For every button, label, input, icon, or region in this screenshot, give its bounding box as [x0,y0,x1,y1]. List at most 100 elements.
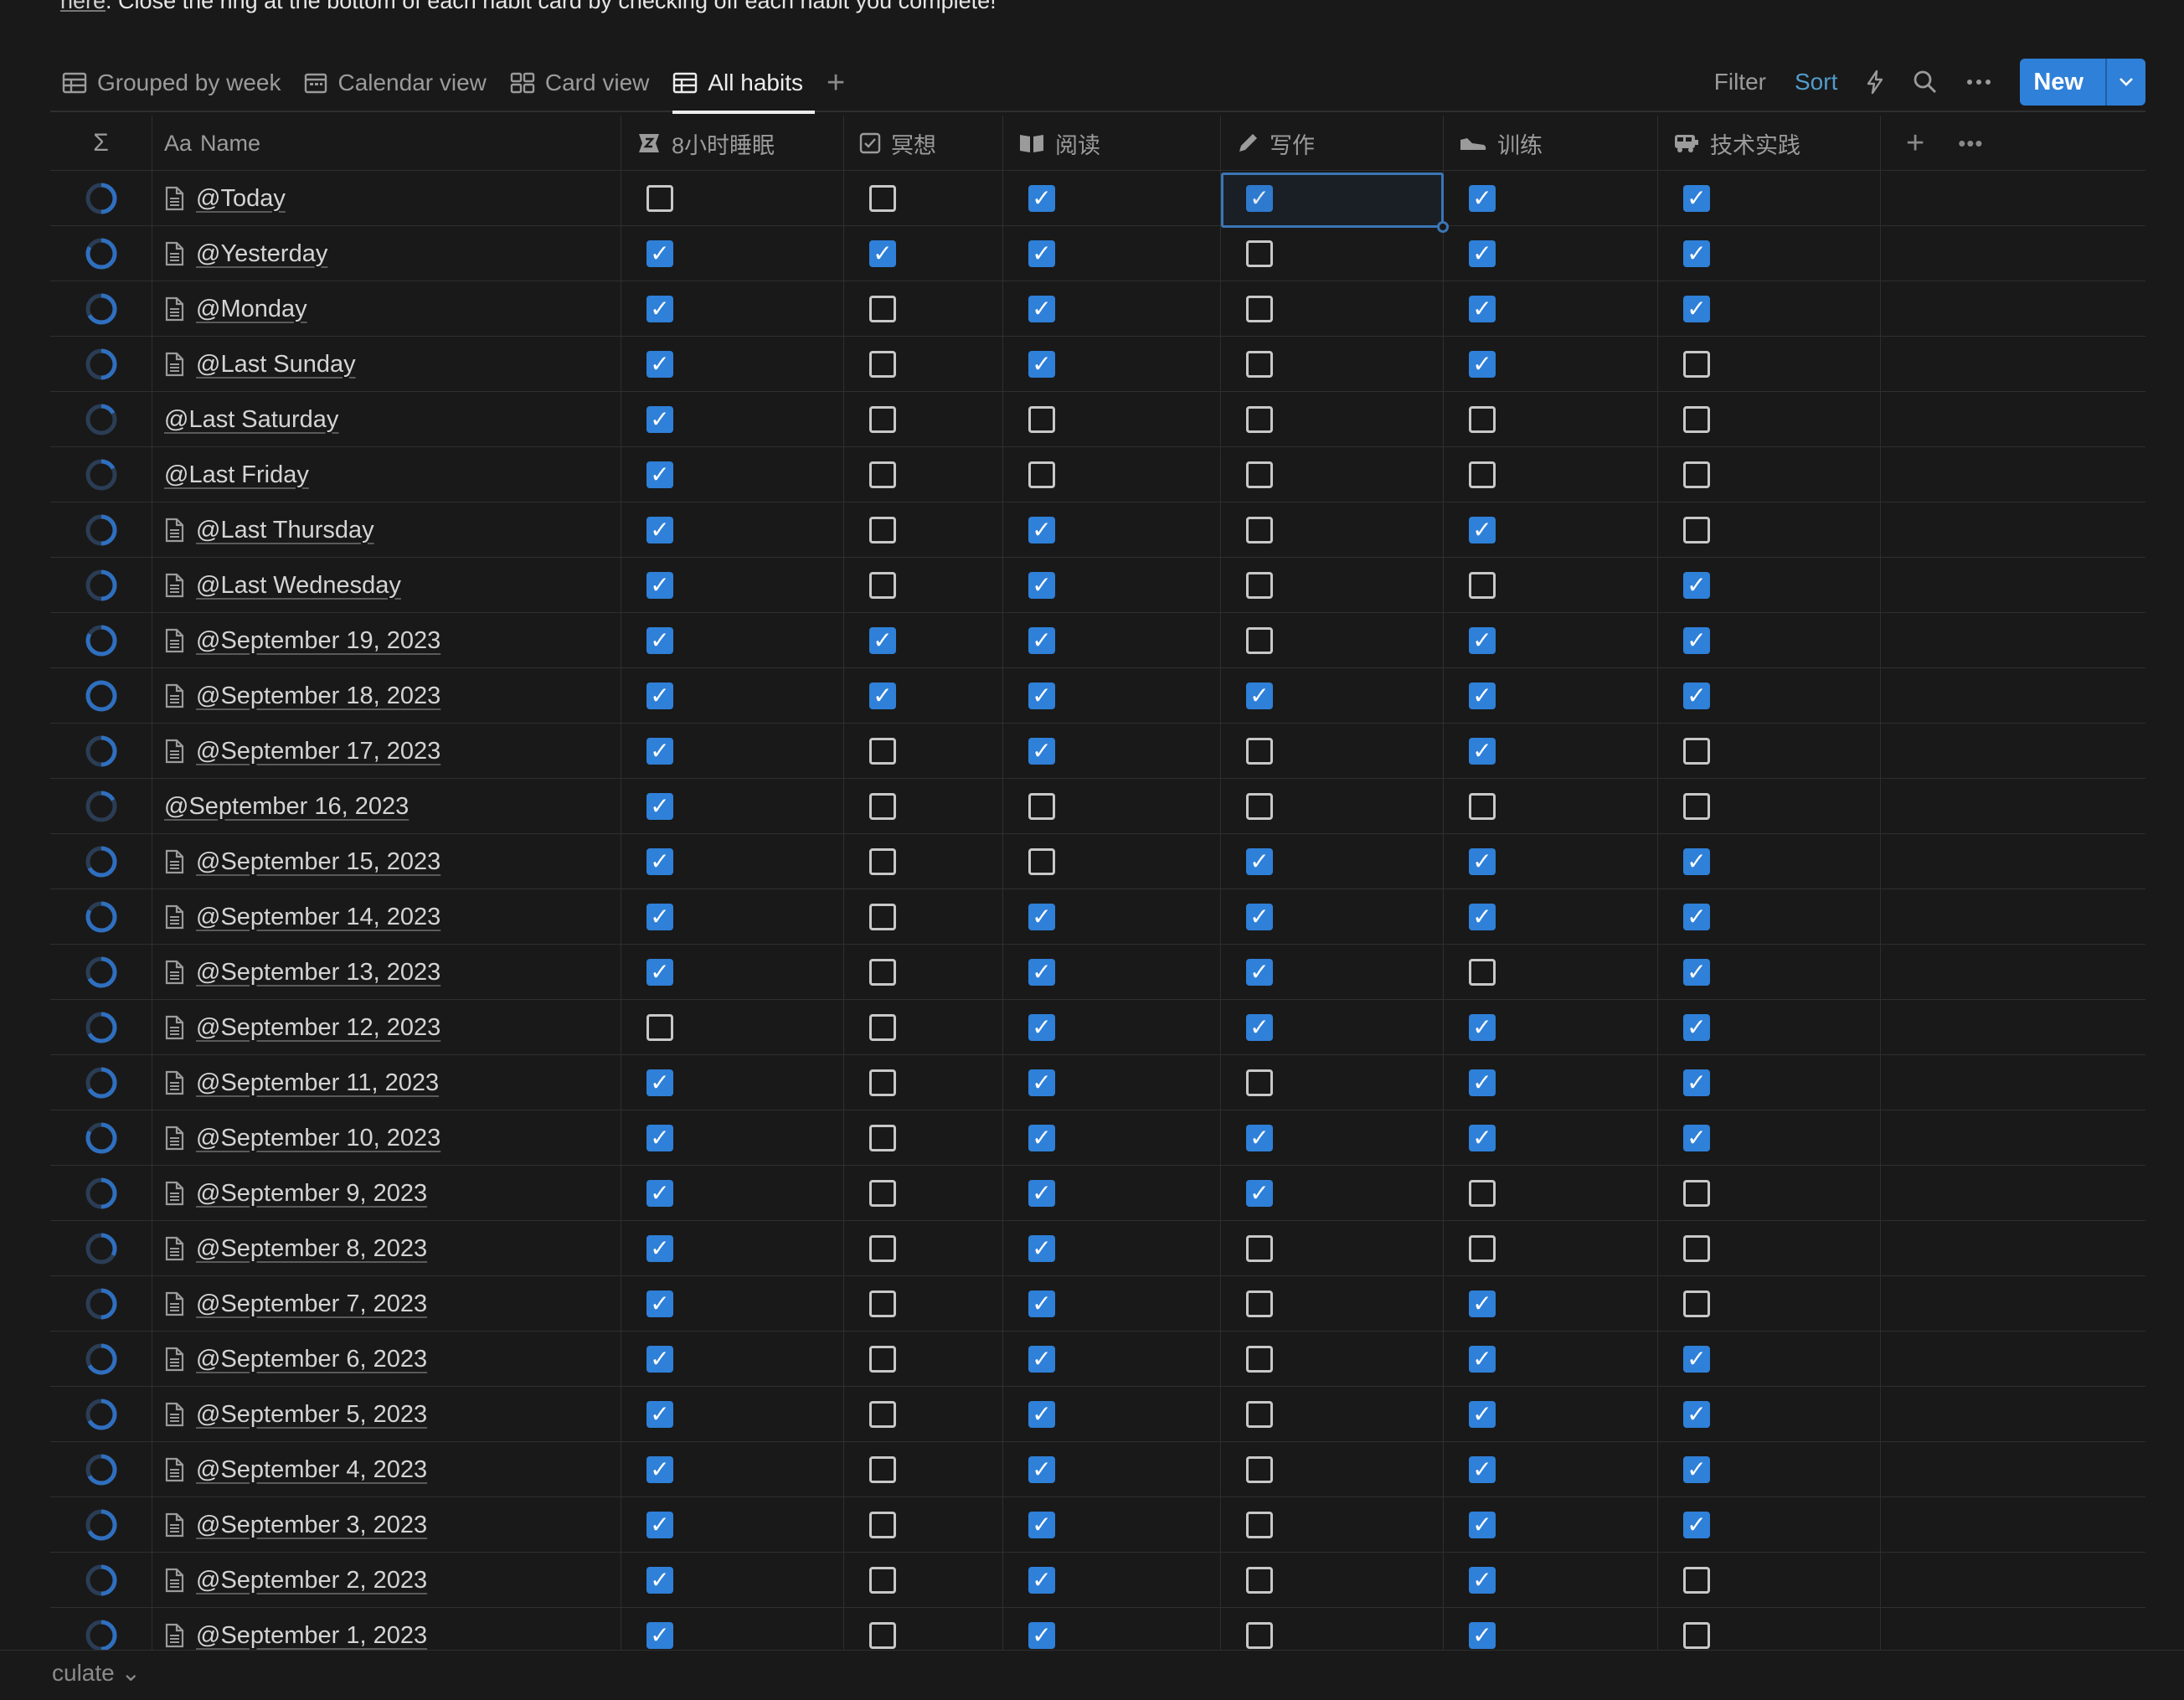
habit-checkbox[interactable] [1246,461,1273,488]
habit-checkbox[interactable] [1028,848,1055,875]
habit-checkbox[interactable] [1683,1125,1710,1151]
habit-checkbox[interactable] [1469,1180,1496,1207]
habit-checkbox[interactable] [1028,461,1055,488]
habit-checkbox[interactable] [869,1069,896,1096]
row-title[interactable]: @September 6, 2023 [196,1346,427,1373]
habit-checkbox[interactable] [1683,1069,1710,1096]
habit-checkbox[interactable] [1028,185,1055,212]
habit-checkbox[interactable] [1246,572,1273,599]
name-cell[interactable]: @September 8, 2023 [152,1221,621,1276]
habit-checkbox[interactable] [869,1401,896,1428]
habit-checkbox[interactable] [869,793,896,820]
name-cell[interactable]: @September 12, 2023 [152,1000,621,1055]
name-cell[interactable]: @September 19, 2023 [152,613,621,668]
habit-checkbox[interactable] [869,848,896,875]
habit-checkbox[interactable] [646,1235,673,1262]
name-cell[interactable]: @September 15, 2023 [152,834,621,889]
habit-checkbox[interactable] [1246,1235,1273,1262]
habit-checkbox[interactable] [1246,1512,1273,1538]
table-row[interactable]: @September 6, 2023 [50,1332,2145,1387]
habit-checkbox[interactable] [646,738,673,765]
row-title[interactable]: @September 13, 2023 [196,959,440,987]
habit-checkbox[interactable] [1246,738,1273,765]
table-row[interactable]: @Last Sunday [50,337,2145,392]
habit-checkbox[interactable] [1683,1512,1710,1538]
habit-checkbox[interactable] [869,1125,896,1151]
habit-checkbox[interactable] [869,904,896,930]
column-header-writing[interactable]: 写作 [1221,116,1444,171]
habit-checkbox[interactable] [1683,627,1710,654]
row-title[interactable]: @September 1, 2023 [196,1622,427,1650]
table-row[interactable]: @Last Wednesday [50,558,2145,613]
row-title[interactable]: @September 15, 2023 [196,848,440,876]
habit-checkbox[interactable] [1469,240,1496,267]
row-title[interactable]: @September 3, 2023 [196,1512,427,1539]
habit-checkbox[interactable] [1028,1235,1055,1262]
table-row[interactable]: @Last Thursday [50,502,2145,558]
tab-card-view[interactable]: Card view [498,54,661,112]
row-title[interactable]: @September 11, 2023 [196,1069,439,1097]
habit-checkbox[interactable] [646,1456,673,1483]
tab-grouped-by-week[interactable]: Grouped by week [50,54,292,112]
table-row[interactable]: @September 18, 2023 [50,668,2145,724]
habit-checkbox[interactable] [1469,1401,1496,1428]
column-header-meditation[interactable]: 冥想 [844,116,1003,171]
habit-checkbox[interactable] [869,1014,896,1041]
habit-checkbox[interactable] [1683,683,1710,709]
habit-checkbox[interactable] [1469,1512,1496,1538]
habit-checkbox[interactable] [1469,904,1496,930]
name-cell[interactable]: @Today [152,171,621,226]
row-title[interactable]: @September 14, 2023 [196,904,440,931]
habit-checkbox[interactable] [1028,240,1055,267]
name-cell[interactable]: @September 18, 2023 [152,668,621,724]
habit-checkbox[interactable] [1246,627,1273,654]
name-cell[interactable]: @Yesterday [152,226,621,281]
habit-checkbox[interactable] [1683,351,1710,378]
habit-checkbox[interactable] [646,904,673,930]
habit-checkbox[interactable] [869,1512,896,1538]
habit-checkbox[interactable] [1028,683,1055,709]
habit-checkbox[interactable] [1246,904,1273,930]
table-row[interactable]: @Last Friday [50,447,2145,502]
habit-checkbox[interactable] [646,793,673,820]
habit-checkbox[interactable] [1469,461,1496,488]
habit-checkbox[interactable] [1683,240,1710,267]
table-row[interactable]: @September 10, 2023 [50,1110,2145,1166]
habit-checkbox[interactable] [1246,1014,1273,1041]
row-title[interactable]: @September 4, 2023 [196,1456,427,1484]
row-title[interactable]: @Last Friday [164,461,309,489]
habit-checkbox[interactable] [1683,1622,1710,1649]
sort-button[interactable]: Sort [1795,69,1837,95]
table-row[interactable]: @September 3, 2023 [50,1497,2145,1553]
habit-checkbox[interactable] [646,1567,673,1594]
table-row[interactable]: @September 16, 2023 [50,779,2145,834]
table-row[interactable]: @September 9, 2023 [50,1166,2145,1221]
habit-checkbox[interactable] [1028,517,1055,543]
name-cell[interactable]: @Last Wednesday [152,558,621,613]
habit-checkbox[interactable] [869,1622,896,1649]
name-cell[interactable]: @September 7, 2023 [152,1276,621,1332]
name-cell[interactable]: @September 5, 2023 [152,1387,621,1442]
habit-checkbox[interactable] [1246,1180,1273,1207]
row-title[interactable]: @September 10, 2023 [196,1125,440,1152]
filter-button[interactable]: Filter [1714,69,1766,95]
habit-checkbox[interactable] [1246,240,1273,267]
habit-checkbox[interactable] [869,1346,896,1373]
table-row[interactable]: @Monday [50,281,2145,337]
table-row[interactable]: @September 12, 2023 [50,1000,2145,1055]
habit-checkbox[interactable] [1028,1512,1055,1538]
habit-checkbox[interactable] [1683,1567,1710,1594]
name-cell[interactable]: @September 17, 2023 [152,724,621,779]
habit-checkbox[interactable] [1683,1290,1710,1317]
habit-checkbox[interactable] [1246,1125,1273,1151]
progress-column-header[interactable]: Σ [50,116,152,171]
habit-checkbox[interactable] [1028,406,1055,433]
table-row[interactable]: @September 11, 2023 [50,1055,2145,1110]
habit-checkbox[interactable] [1469,848,1496,875]
habit-checkbox[interactable] [646,572,673,599]
table-row[interactable]: @September 13, 2023 [50,945,2145,1000]
automation-button[interactable] [1866,70,1884,95]
habit-checkbox[interactable] [1246,406,1273,433]
habit-checkbox[interactable] [1683,1180,1710,1207]
habit-checkbox[interactable] [1469,1456,1496,1483]
